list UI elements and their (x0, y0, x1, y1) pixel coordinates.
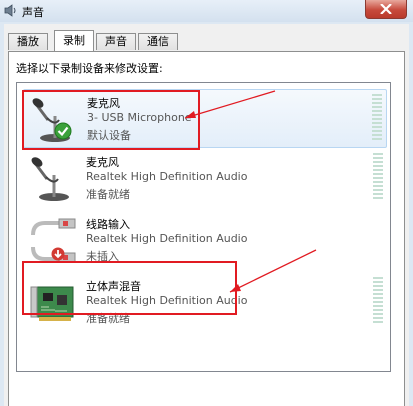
close-icon (380, 4, 392, 14)
device-description: Realtek High Definition Audio (86, 294, 248, 307)
device-usb-microphone[interactable]: 麦克风 3- USB Microphone 默认设备 (23, 89, 387, 148)
tab-recording[interactable]: 录制 (54, 30, 94, 51)
device-stereo-mix[interactable]: 立体声混音 Realtek High Definition Audio 准备就绪 (23, 273, 387, 332)
device-description: 3- USB Microphone (87, 111, 192, 124)
microphone-icon (31, 157, 69, 201)
device-line-in[interactable]: 线路输入 Realtek High Definition Audio 未插入 (23, 211, 387, 270)
close-button[interactable] (365, 0, 407, 19)
device-status: 准备就绪 (86, 312, 130, 325)
device-name: 麦克风 (87, 97, 120, 110)
level-meter (373, 153, 383, 203)
device-name: 线路输入 (86, 218, 130, 231)
device-list: 麦克风 3- USB Microphone 默认设备 麦克风 Realtek H… (16, 82, 391, 372)
sound-card-icon (30, 286, 74, 321)
device-realtek-microphone[interactable]: 麦克风 Realtek High Definition Audio 准备就绪 (23, 149, 387, 208)
device-description: Realtek High Definition Audio (86, 170, 248, 183)
instruction-text: 选择以下录制设备来修改设置: (16, 62, 163, 75)
device-status: 未插入 (86, 250, 119, 263)
tab-communications[interactable]: 通信 (138, 33, 178, 50)
window-titlebar: 声音 (0, 0, 413, 22)
unplugged-arrow-icon (51, 247, 65, 261)
device-name: 立体声混音 (86, 280, 141, 293)
window-title: 声音 (22, 6, 44, 19)
default-check-icon (54, 122, 72, 140)
speaker-icon (4, 4, 16, 17)
sound-dialog: 播放 录制 声音 通信 选择以下录制设备来修改设置: 麦克风 3- USB Mi… (4, 24, 409, 406)
level-meter (372, 94, 382, 144)
device-description: Realtek High Definition Audio (86, 232, 248, 245)
device-name: 麦克风 (86, 156, 119, 169)
device-status: 准备就绪 (86, 188, 130, 201)
device-status: 默认设备 (87, 129, 131, 142)
tab-sounds[interactable]: 声音 (96, 33, 136, 50)
level-meter (373, 277, 383, 327)
tab-playback[interactable]: 播放 (8, 33, 48, 50)
